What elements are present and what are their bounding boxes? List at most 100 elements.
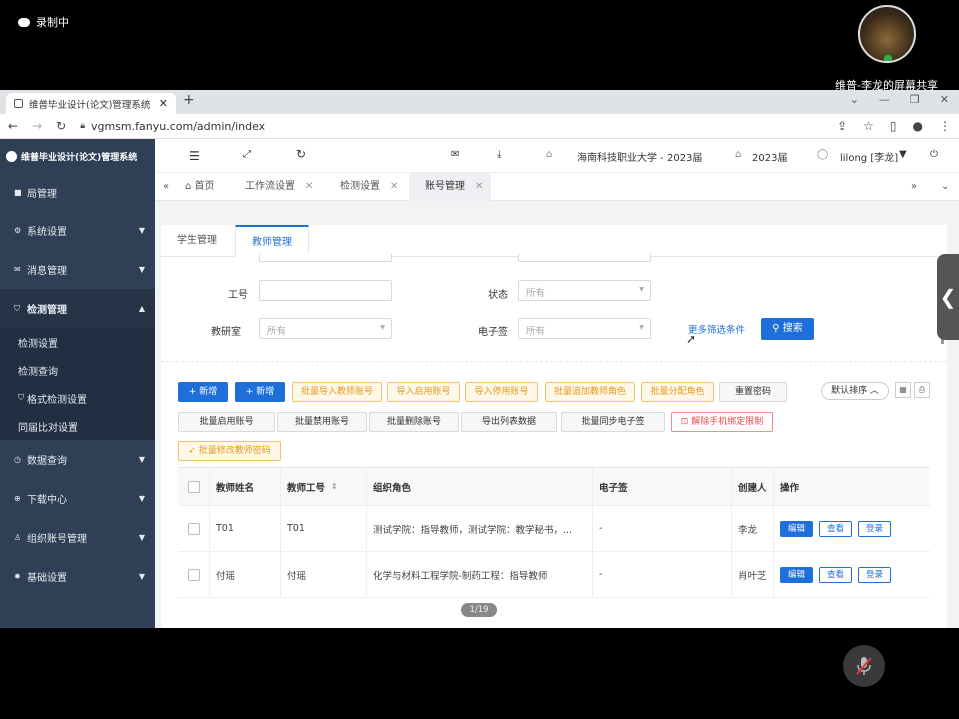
bookmark-star-icon[interactable]: ☆ [863,119,874,133]
url-field[interactable]: vgmsm.fanyu.com/admin/index [91,120,265,133]
sidepanel-icon[interactable]: ▯ [890,119,897,133]
close-tab-icon[interactable]: ✕ [159,97,168,110]
chevron-left-icon: ❮ [939,285,957,309]
edit-button[interactable]: 编辑 [780,520,814,537]
sidebar-item-download[interactable]: ⊕ 下载中心 ▼ [0,479,155,518]
close-icon[interactable]: ✕ [305,181,313,192]
sidebar-item-org-account[interactable]: ♙ 组织账号管理 ▼ [0,518,155,557]
tab-workflow[interactable]: 工作流设置 ✕ [235,173,323,201]
cell-esign: - [593,506,732,551]
reset-password-button[interactable]: 重置密码 [719,382,787,402]
sidebar-item-basic[interactable]: ✸ 基础设置 ▼ [0,557,155,596]
mic-on-icon [884,55,892,61]
tab-label: 检测设置 [340,181,380,192]
batch-modify-password-button[interactable]: ➶ 批量修改教师密码 [178,441,281,461]
sidebar-item-message[interactable]: ✉ 消息管理 ▼ [0,250,155,289]
address-bar: ← → ↻ 🔒︎ vgmsm.fanyu.com/admin/index ⇪ ☆… [0,114,959,139]
tab-account-mgmt[interactable]: 账号管理 ✕ [409,173,492,201]
sidebar-item-system[interactable]: ⚙ 系统设置 ▼ [0,211,155,250]
shield-icon: ⛉ [18,393,24,402]
sort-dropdown[interactable]: 默认排序 ︿ [821,382,889,400]
sidebar-subitem-label: 检测设置 [18,338,58,350]
row-checkbox[interactable] [187,522,200,535]
mic-muted-button[interactable] [843,645,885,687]
tab-students[interactable]: 学生管理 [161,225,233,257]
col-header: 操作 [780,482,800,494]
import-teacher-button[interactable]: 批量导入教师账号 [292,382,382,402]
indent-icon[interactable]: ☰ [189,149,200,163]
share-icon[interactable]: ⇪ [837,119,847,133]
search-button[interactable]: ⚲ 搜索 [761,318,814,340]
power-icon[interactable]: ⏻ [930,149,938,160]
esign-select[interactable]: 所有 [518,318,651,339]
refresh-icon[interactable]: ↻ [296,147,306,161]
sidebar-subitem-compare[interactable]: 同届比对设置 [0,412,155,440]
fullscreen-icon[interactable]: ⤢ [243,149,251,160]
collapse-panel-button[interactable]: ❮ [937,254,959,340]
year-selector[interactable]: 2023届 [752,149,787,164]
tabs-left-icon[interactable]: « [155,173,177,201]
select-all-checkbox[interactable] [187,480,200,493]
col-header[interactable]: 教师工号 ⇕ [281,468,367,505]
browser-window: 维普毕业设计(论文)管理系统 ✕ + ⌄ — ❐ ✕ ← → ↻ 🔒︎ vgms… [0,90,959,628]
restore-icon[interactable]: ❐ [910,93,920,106]
download-icon[interactable]: ⤓ [497,149,501,160]
add-button-2[interactable]: + 新增 [235,382,285,402]
batch-add-role-button[interactable]: 批量追加教师角色 [545,382,635,402]
tab-home[interactable]: ⌂ 首页 [175,173,225,201]
batch-disable-button[interactable]: 批量禁用账号 [277,412,367,432]
close-icon[interactable]: ✕ [390,181,398,192]
close-window-icon[interactable]: ✕ [940,93,949,106]
login-button[interactable]: 登录 [858,520,892,537]
sort-icon[interactable]: ⇕ [331,482,338,491]
reload-icon[interactable]: ↻ [56,119,66,133]
profile-icon[interactable]: ● [913,119,923,133]
grid-view-icon[interactable]: ▦ [895,382,911,398]
mail-icon[interactable]: ✉ [451,149,459,160]
tab-check-settings[interactable]: 检测设置 ✕ [330,173,408,201]
view-button[interactable]: 查看 [819,566,853,583]
batch-delete-button[interactable]: 批量删除账号 [369,412,459,432]
school-name[interactable]: 海南科技职业大学 - 2023届 [577,149,702,164]
add-button[interactable]: + 新增 [178,382,228,402]
tabs-menu-icon[interactable]: ⌄ [931,173,959,201]
view-button[interactable]: 查看 [819,520,853,537]
sidebar-item-check[interactable]: ⛉ 检测管理 ▲ [0,289,155,328]
import-disable-button[interactable]: 导入停用账号 [465,382,538,402]
status-select[interactable]: 所有 [518,280,651,301]
top-toolbar: ☰ ⤢ ↻ ✉ ⤓ ⌂ 海南科技职业大学 - 2023届 ⌂ 2023届 ◯ l… [155,139,959,173]
forward-icon[interactable]: → [32,119,42,133]
user-name[interactable]: lilong [李龙] [840,149,898,164]
sidebar-subitem-check-query[interactable]: 检测查询 [0,356,155,384]
caret-down-icon[interactable]: ▼ [899,149,907,160]
caret-down-icon: ▼ [138,455,145,464]
user-icon: ♙ [14,533,22,542]
export-list-button[interactable]: 导出列表数据 [461,412,557,432]
edit-button[interactable]: 编辑 [780,566,814,583]
import-enable-button[interactable]: 导入启用账号 [387,382,460,402]
login-button[interactable]: 登录 [858,566,892,583]
print-icon[interactable]: ⎙ [914,382,930,398]
close-icon[interactable]: ✕ [475,181,483,192]
sidebar-subitem-check-settings[interactable]: 检测设置 [0,328,155,356]
back-icon[interactable]: ← [8,119,18,133]
chevron-down-icon[interactable]: ⌄ [850,93,859,106]
dept-select[interactable]: 所有 [259,318,392,339]
main-area: ☰ ⤢ ↻ ✉ ⤓ ⌂ 海南科技职业大学 - 2023届 ⌂ 2023届 ◯ l… [155,139,959,628]
batch-sync-esign-button[interactable]: 批量同步电子签 [561,412,665,432]
batch-enable-button[interactable]: 批量启用账号 [178,412,275,432]
menu-icon[interactable]: ⋮ [939,119,951,133]
sidebar-subitem-format[interactable]: ⛉ 格式检测设置 [0,384,155,412]
tabs-right-icon[interactable]: » [901,173,927,201]
batch-assign-role-button[interactable]: 批量分配角色 [641,382,714,402]
job-no-input[interactable] [259,280,392,301]
sidebar-item-data-query[interactable]: ◷ 数据查询 ▼ [0,440,155,479]
table-header-row: 教师姓名 教师工号 ⇕ 组织角色 电子签 创建人 操作 [178,468,930,506]
minimize-icon[interactable]: — [879,93,890,106]
browser-tab[interactable]: 维普毕业设计(论文)管理系统 ✕ [6,93,176,114]
sidebar-item-home[interactable]: ■ 局管理 [0,173,155,211]
new-tab-button[interactable]: + [183,92,195,108]
row-checkbox[interactable] [187,568,200,581]
more-filters-link[interactable]: 更多筛选条件 [688,322,745,336]
unbind-phone-button[interactable]: ⊡ 解除手机绑定限制 [671,412,773,432]
